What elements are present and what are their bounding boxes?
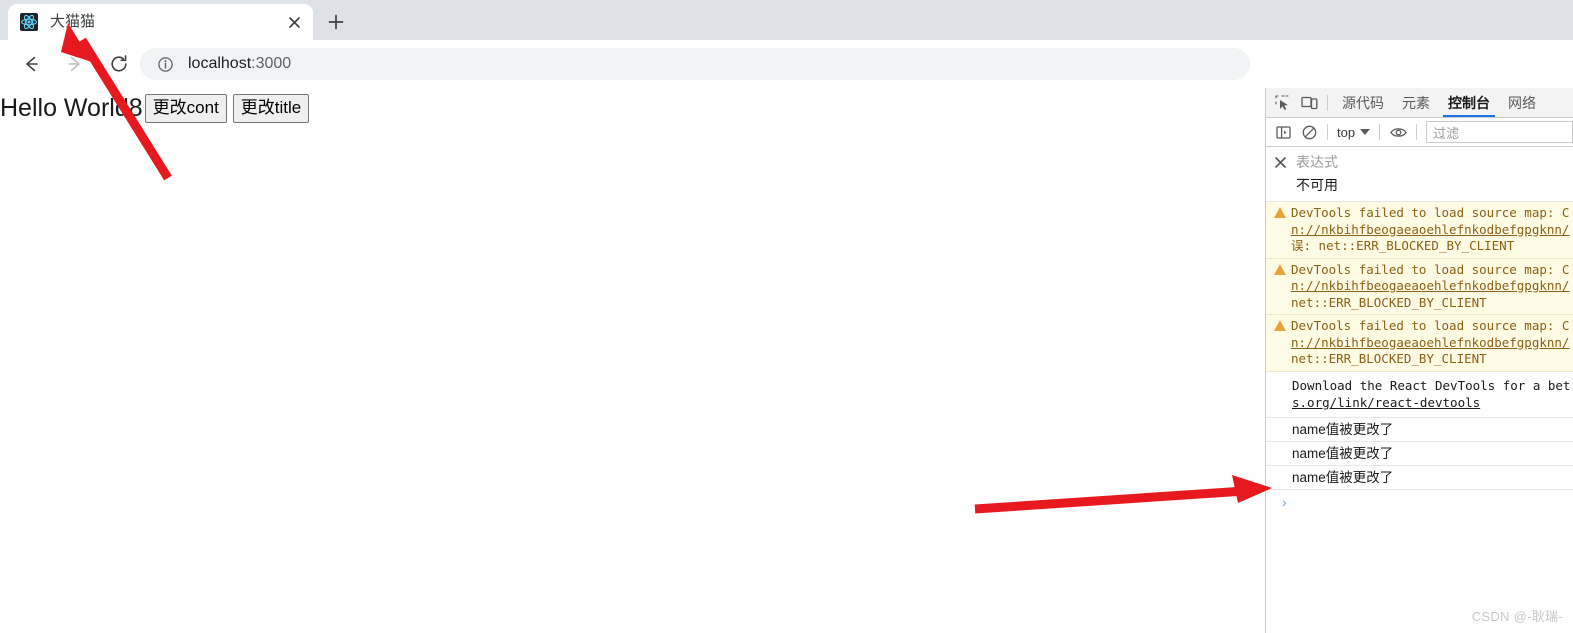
- page-content-row: Hello World8 更改cont 更改title: [0, 92, 310, 124]
- change-title-button[interactable]: 更改title: [232, 93, 310, 123]
- info-line-2: s.org/link/react-devtools: [1292, 394, 1573, 411]
- browser-tab[interactable]: 大猫猫: [8, 4, 313, 40]
- devtools-panel: 源代码 元素 控制台 网络 top 过滤 表达式 不可用 DevTools fa…: [1265, 88, 1573, 633]
- console-toolbar: top 过滤: [1266, 118, 1573, 147]
- toolbar-divider: [1327, 94, 1328, 111]
- warning-text: DevTools failed to load source map: C: [1291, 318, 1570, 333]
- console-sidebar-icon[interactable]: [1270, 119, 1296, 145]
- filter-placeholder: 过滤: [1433, 125, 1460, 141]
- console-log-message[interactable]: name值被更改了: [1266, 465, 1573, 490]
- warning-text: DevTools failed to load source map: C: [1291, 205, 1570, 220]
- source-map-link[interactable]: n://nkbihfbeogaeaoehlefnkodbefgpgknn/: [1291, 222, 1569, 237]
- console-input-prompt[interactable]: ›: [1266, 490, 1573, 514]
- page-viewport: Hello World8 更改cont 更改title: [0, 88, 1265, 633]
- warning-line-3: net::ERR_BLOCKED_BY_CLIENT: [1291, 351, 1487, 366]
- console-toolbar-divider-3: [1416, 124, 1418, 140]
- warning-triangle-icon: [1274, 207, 1286, 218]
- console-log-message[interactable]: name值被更改了: [1266, 441, 1573, 466]
- device-toolbar-icon[interactable]: [1296, 90, 1322, 116]
- back-button[interactable]: [16, 49, 46, 79]
- prompt-caret-icon: ›: [1282, 493, 1287, 510]
- browser-chrome: 大猫猫 localhost:3000: [0, 0, 1573, 88]
- warning-line-2: n://nkbihfbeogaeaoehlefnkodbefgpgknn/: [1274, 278, 1573, 295]
- warning-text: DevTools failed to load source map: C: [1291, 261, 1570, 277]
- tab-console[interactable]: 控制台: [1439, 89, 1499, 117]
- warning-line-1: DevTools failed to load source map: C: [1274, 205, 1573, 222]
- console-log-message[interactable]: name值被更改了: [1266, 417, 1573, 442]
- address-bar[interactable]: localhost:3000: [140, 48, 1250, 80]
- live-expression-value: 不可用: [1296, 177, 1338, 193]
- watermark: CSDN @-耿瑞-: [1471, 609, 1563, 624]
- console-warning-message[interactable]: DevTools failed to load source map: C n:…: [1266, 202, 1573, 259]
- console-warning-message[interactable]: DevTools failed to load source map: C n:…: [1266, 258, 1573, 315]
- tab-strip: 大猫猫: [0, 0, 1573, 40]
- site-info-icon[interactable]: [156, 55, 174, 73]
- warning-line-1: DevTools failed to load source map: C: [1274, 318, 1573, 335]
- tab-sources[interactable]: 源代码: [1333, 89, 1393, 117]
- warning-line-3: net::ERR_BLOCKED_BY_CLIENT: [1291, 294, 1487, 310]
- close-icon[interactable]: [283, 11, 305, 33]
- react-devtools-link[interactable]: s.org/link/react-devtools: [1292, 395, 1480, 410]
- new-tab-button[interactable]: [320, 6, 352, 38]
- console-warning-message[interactable]: DevTools failed to load source map: C n:…: [1266, 315, 1573, 372]
- address-bar-url: localhost:3000: [188, 55, 291, 73]
- devtools-tabbar: 源代码 元素 控制台 网络: [1266, 88, 1573, 118]
- reload-button[interactable]: [104, 49, 134, 79]
- browser-toolbar: localhost:3000: [0, 40, 1573, 88]
- react-logo-icon: [20, 13, 38, 31]
- forward-button: [60, 49, 90, 79]
- warning-triangle-icon: [1274, 263, 1286, 275]
- console-info-message[interactable]: Download the React DevTools for a bet s.…: [1266, 371, 1573, 418]
- context-selector[interactable]: top: [1333, 122, 1374, 142]
- warning-line-2: n://nkbihfbeogaeaoehlefnkodbefgpgknn/: [1274, 335, 1573, 352]
- console-toolbar-divider-1: [1327, 124, 1328, 140]
- console-toolbar-divider-2: [1379, 124, 1381, 140]
- chevron-down-icon: [1360, 129, 1371, 135]
- tab-network[interactable]: 网络: [1499, 89, 1545, 117]
- warning-triangle-icon: [1274, 320, 1286, 331]
- warning-line-2: n://nkbihfbeogaeaoehlefnkodbefgpgknn/: [1274, 222, 1573, 239]
- tab-elements[interactable]: 元素: [1393, 89, 1439, 117]
- source-map-link[interactable]: n://nkbihfbeogaeaoehlefnkodbefgpgknn/: [1291, 335, 1569, 350]
- page-heading: Hello World8: [0, 94, 143, 122]
- clear-console-icon[interactable]: [1296, 119, 1322, 145]
- live-expression-placeholder[interactable]: 表达式: [1296, 152, 1338, 172]
- live-expression-row: 表达式 不可用: [1266, 147, 1573, 202]
- live-expression-header: 表达式: [1266, 152, 1573, 172]
- warning-line-3: 误: net::ERR_BLOCKED_BY_CLIENT: [1291, 238, 1515, 253]
- context-selector-label: top: [1337, 124, 1356, 140]
- change-content-button[interactable]: 更改cont: [144, 93, 227, 123]
- console-message-list: DevTools failed to load source map: C n:…: [1266, 202, 1573, 514]
- warning-line-1: DevTools failed to load source map: C: [1274, 262, 1573, 279]
- url-port: :3000: [251, 55, 292, 72]
- live-expression-icon[interactable]: [1385, 119, 1411, 145]
- inspect-element-icon[interactable]: [1270, 90, 1296, 116]
- tab-title: 大猫猫: [50, 13, 96, 30]
- url-host: localhost: [188, 55, 252, 72]
- close-icon[interactable]: [1272, 154, 1288, 170]
- info-line-1: Download the React DevTools for a bet: [1292, 377, 1571, 393]
- source-map-link[interactable]: n://nkbihfbeogaeaoehlefnkodbefgpgknn/: [1291, 278, 1569, 293]
- filter-input[interactable]: 过滤: [1426, 121, 1573, 143]
